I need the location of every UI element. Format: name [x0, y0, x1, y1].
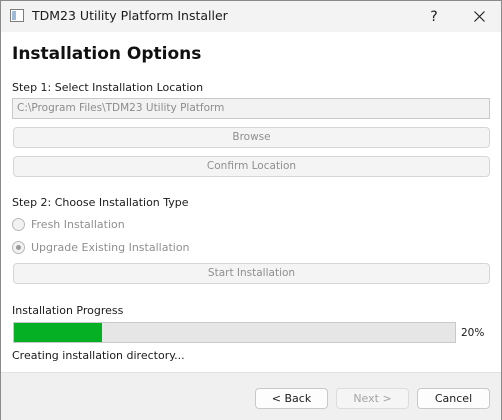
footer: < Back Next > Cancel [1, 372, 501, 420]
radio-button[interactable] [12, 240, 25, 254]
step1-label: Step 1: Select Installation Location [12, 81, 204, 94]
radio-label: Fresh Installation [31, 217, 125, 231]
title-bar[interactable]: TDM23 Utility Platform Installer ? [1, 1, 501, 32]
radio-button[interactable] [12, 217, 25, 231]
cancel-button[interactable]: Cancel [417, 388, 490, 409]
help-button[interactable]: ? [414, 1, 454, 32]
start-installation-button[interactable]: Start Installation [13, 263, 490, 284]
close-icon [473, 11, 485, 22]
back-button[interactable]: < Back [255, 388, 328, 409]
browse-button[interactable]: Browse [13, 127, 490, 148]
confirm-location-button[interactable]: Confirm Location [13, 156, 490, 177]
page-title: Installation Options [12, 44, 202, 64]
step2-label: Step 2: Choose Installation Type [12, 196, 189, 209]
progress-bar [13, 322, 456, 343]
progress-percent: 20% [461, 327, 485, 339]
radio-label: Upgrade Existing Installation [31, 240, 190, 254]
app-icon [10, 9, 24, 22]
progress-label: Installation Progress [12, 304, 124, 317]
progress-status: Creating installation directory... [12, 349, 185, 362]
window-title: TDM23 Utility Platform Installer [32, 8, 228, 23]
close-button[interactable] [459, 1, 499, 32]
install-path-field[interactable]: C:\Program Files\TDM23 Utility Platform [12, 98, 490, 119]
next-button[interactable]: Next > [336, 388, 409, 409]
installer-window: TDM23 Utility Platform Installer ? Insta… [0, 0, 502, 420]
progress-fill [14, 323, 103, 342]
radio-fresh-installation[interactable]: Fresh Installation [12, 216, 125, 232]
radio-upgrade-installation[interactable]: Upgrade Existing Installation [12, 239, 190, 255]
